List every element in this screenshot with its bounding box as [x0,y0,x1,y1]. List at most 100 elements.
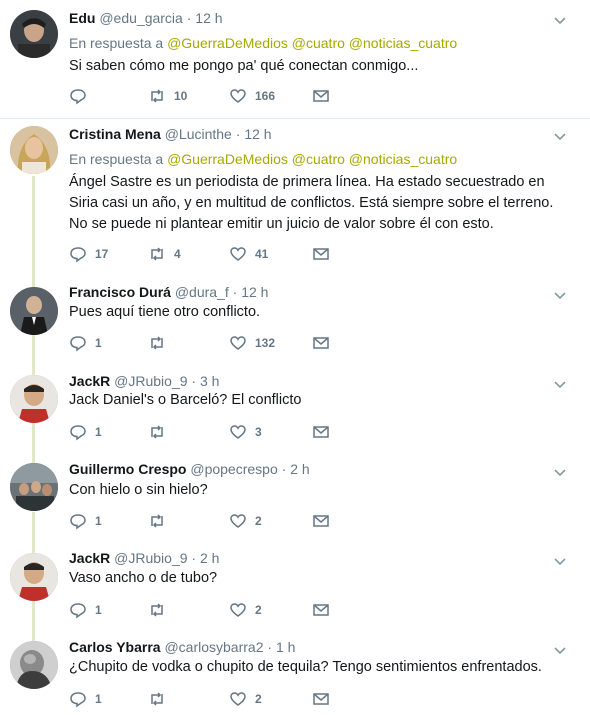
like-button[interactable]: 3 [229,422,262,442]
timestamp[interactable]: 3 h [200,373,219,389]
like-button[interactable]: 41 [229,244,268,264]
timestamp[interactable]: 12 h [244,126,271,142]
avatar[interactable] [10,553,58,601]
reply-button[interactable]: 17 [69,244,108,264]
tweet-text: Pues aquí tiene otro conflicto. [69,304,261,320]
mention-link[interactable]: @cuatro [292,151,345,167]
retweet-button[interactable]: 10 [148,86,187,106]
chevron-down-icon[interactable] [552,12,568,28]
reply-count: 1 [95,603,102,617]
avatar[interactable] [10,641,58,689]
reply-button[interactable]: 1 [69,600,102,620]
tweet-text: Ángel Sastre es un periodista de primera… [69,174,554,232]
chevron-down-icon[interactable] [552,642,568,658]
chevron-down-icon[interactable] [552,464,568,480]
reply-prefix: En respuesta a [69,35,164,51]
display-name[interactable]: Edu [69,10,95,26]
handle[interactable]: @dura_f [175,284,229,300]
tweet-text: Con hielo o sin hielo? [69,482,208,498]
like-button[interactable]: 132 [229,333,275,353]
like-count: 41 [255,247,269,261]
envelope-icon [313,248,329,260]
like-count: 2 [255,692,262,706]
mention-link[interactable]: @noticias_cuatro [349,151,457,167]
reply-button[interactable]: 1 [69,689,102,709]
avatar[interactable] [10,10,58,58]
message-button[interactable] [312,333,338,353]
reply-button[interactable]: 1 [69,422,102,442]
retweet-button[interactable] [148,422,174,442]
timestamp[interactable]: 1 h [276,639,295,655]
message-button[interactable] [312,689,338,709]
display-name[interactable]: Guillermo Crespo [69,461,186,477]
tweet-header: Cristina Mena @Lucinthe · 12 h [69,126,272,142]
retweet-button[interactable] [148,689,174,709]
separator: · [235,126,241,142]
avatar[interactable] [10,375,58,423]
reply-to-line: En respuesta a @GuerraDeMedios @cuatro @… [69,35,457,51]
timestamp[interactable]: 2 h [200,550,219,566]
tweet-text: Jack Daniel's o Barceló? El conflicto [69,392,302,408]
reply-button[interactable]: 1 [69,511,102,531]
avatar[interactable] [10,287,58,335]
retweet-icon [151,89,163,103]
handle[interactable]: @edu_garcia [99,10,183,26]
reply-icon [70,692,86,708]
reply-button[interactable]: 1 [69,333,102,353]
tweet-actions: 1 3 [69,422,369,442]
tweet-header: Francisco Durá @dura_f · 12 h [69,284,268,300]
chevron-down-icon[interactable] [552,287,568,303]
separator: · [186,10,192,26]
retweet-button[interactable]: 4 [148,244,181,264]
retweet-button[interactable] [148,600,174,620]
display-name[interactable]: JackR [69,373,110,389]
handle[interactable]: @carlosybarra2 [164,639,263,655]
tweet-header: Guillermo Crespo @popecrespo · 2 h [69,461,310,477]
retweet-icon [151,514,163,528]
thread-line [32,422,35,464]
message-button[interactable] [312,86,338,106]
handle[interactable]: @JRubio_9 [114,550,187,566]
message-button[interactable] [312,244,338,264]
retweet-count: 10 [174,89,188,103]
handle[interactable]: @popecrespo [190,461,277,477]
retweet-button[interactable] [148,511,174,531]
thread-line [32,512,35,554]
like-button[interactable]: 166 [229,86,275,106]
mention-link[interactable]: @noticias_cuatro [349,35,457,51]
tweet-header: Carlos Ybarra @carlosybarra2 · 1 h [69,639,295,655]
mention-link[interactable]: @GuerraDeMedios [167,151,288,167]
reply-count: 1 [95,425,102,439]
handle[interactable]: @Lucinthe [165,126,232,142]
display-name[interactable]: Cristina Mena [69,126,161,142]
separator: · [232,284,238,300]
message-button[interactable] [312,511,338,531]
timestamp[interactable]: 12 h [195,10,222,26]
like-button[interactable]: 2 [229,511,262,531]
message-button[interactable] [312,422,338,442]
heart-icon [230,514,246,528]
display-name[interactable]: JackR [69,550,110,566]
chevron-down-icon[interactable] [552,128,568,144]
tweet-actions: 1 2 [69,511,369,531]
handle[interactable]: @JRubio_9 [114,373,187,389]
reply-icon [70,425,86,441]
display-name[interactable]: Carlos Ybarra [69,639,161,655]
message-button[interactable] [312,600,338,620]
chevron-down-icon[interactable] [552,553,568,569]
like-button[interactable]: 2 [229,689,262,709]
avatar[interactable] [10,126,58,174]
mention-link[interactable]: @GuerraDeMedios [167,35,288,51]
heart-icon [230,425,246,439]
separator: · [267,639,273,655]
timestamp[interactable]: 2 h [290,461,309,477]
like-count: 2 [255,514,262,528]
reply-button[interactable] [69,86,95,106]
retweet-icon [151,247,163,261]
timestamp[interactable]: 12 h [241,284,268,300]
avatar[interactable] [10,463,58,511]
display-name[interactable]: Francisco Durá [69,284,171,300]
mention-link[interactable]: @cuatro [292,35,345,51]
retweet-button[interactable] [148,333,174,353]
like-button[interactable]: 2 [229,600,262,620]
